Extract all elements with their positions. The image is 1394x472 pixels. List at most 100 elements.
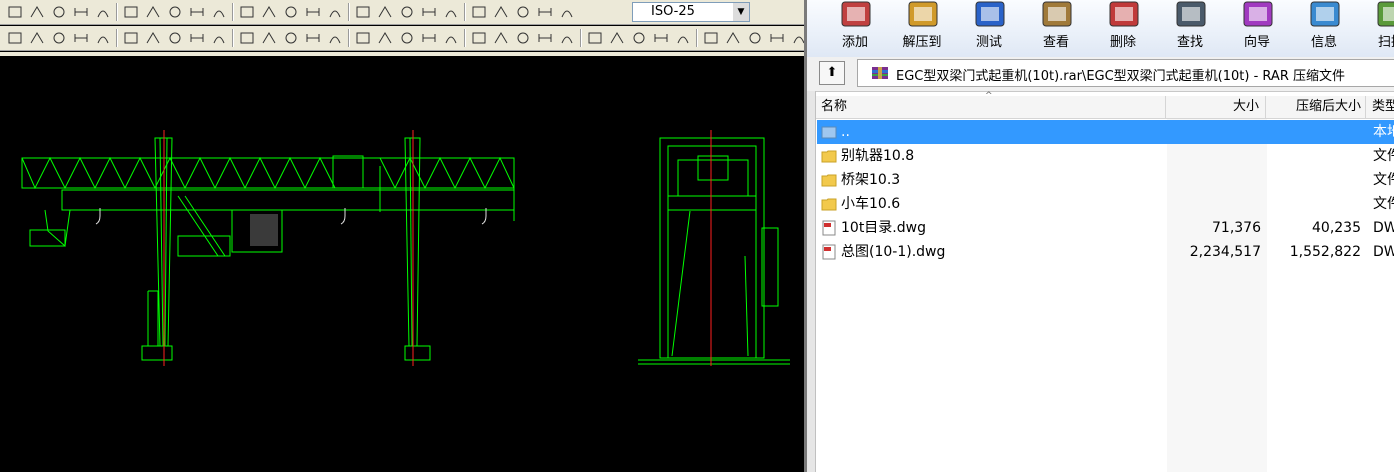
print-icon[interactable] — [72, 3, 90, 21]
list-item[interactable]: 10t目录.dwg 71,376 40,235 DW — [817, 216, 1394, 240]
address-field[interactable]: EGC型双梁门式起重机(10t).rar\EGC型双梁门式起重机(10t) - … — [857, 59, 1394, 87]
grid-icon[interactable] — [630, 29, 648, 47]
plot-preview-icon[interactable] — [94, 3, 112, 21]
angle-icon[interactable] — [376, 29, 394, 47]
angular-dim-icon[interactable] — [282, 3, 300, 21]
snap-icon[interactable] — [586, 29, 604, 47]
cab-left — [29, 229, 66, 247]
arc-icon[interactable] — [768, 29, 786, 47]
layer-icon[interactable] — [72, 29, 90, 47]
rectangle-icon[interactable] — [6, 29, 24, 47]
column-type[interactable]: 类型 — [1366, 96, 1394, 118]
new-icon[interactable] — [6, 3, 24, 21]
jogged-linear-icon[interactable] — [492, 3, 510, 21]
dimstyle-value: ISO-25 — [651, 4, 695, 19]
ortho-icon[interactable] — [608, 29, 626, 47]
cab-support — [44, 209, 71, 247]
ordinate-dim-icon[interactable] — [188, 3, 206, 21]
arc-icon[interactable] — [354, 29, 372, 47]
stair-diagonal — [177, 195, 219, 257]
column-packed[interactable]: 压缩后大小 — [1266, 96, 1366, 118]
symbol-icon[interactable] — [398, 29, 416, 47]
dwg-file-icon — [822, 220, 836, 236]
center-mark-icon[interactable] — [442, 3, 460, 21]
list-item[interactable]: .. 本地 — [817, 120, 1394, 144]
list-item[interactable]: 别轨器10.8 文件 — [817, 144, 1394, 168]
lineweight-icon[interactable] — [652, 29, 670, 47]
leg-right-inner — [409, 137, 413, 347]
jogged-dim-icon[interactable] — [238, 3, 256, 21]
text-icon[interactable] — [470, 29, 488, 47]
toolbar-button-label: 查找 — [1176, 35, 1203, 50]
toolbar-button-4[interactable]: 删除 — [1091, 0, 1155, 56]
toolbar-button-6[interactable]: 向导 — [1225, 0, 1289, 56]
toolbar-button-label: 查看 — [1042, 35, 1069, 50]
open-icon[interactable] — [28, 3, 46, 21]
scan-icon — [1377, 1, 1394, 27]
inspect-icon[interactable] — [470, 3, 488, 21]
list-item[interactable]: 桥架10.3 文件 — [817, 168, 1394, 192]
block-icon[interactable] — [724, 29, 742, 47]
toolbar-separator — [348, 3, 350, 21]
address-bar: ⬆ EGC型双梁门式起重机(10t).rar\EGC型双梁门式起重机(10t) … — [807, 57, 1394, 92]
check-icon[interactable] — [702, 29, 720, 47]
column-size[interactable]: 大小 — [1166, 96, 1266, 118]
toolbar-button-2[interactable]: 测试 — [957, 0, 1021, 56]
ortho-icon[interactable] — [188, 29, 206, 47]
layer-icon[interactable] — [492, 29, 510, 47]
pie-icon[interactable] — [326, 29, 344, 47]
linetype-icon[interactable] — [144, 29, 162, 47]
block-icon[interactable] — [304, 29, 322, 47]
aligned-dim-icon[interactable] — [144, 3, 162, 21]
toolbar-button-label: 添加 — [841, 35, 868, 50]
toolbar-button-7[interactable]: 信息 — [1292, 0, 1356, 56]
hatch-icon[interactable] — [260, 29, 278, 47]
quick-dim-icon[interactable] — [304, 3, 322, 21]
pie-icon[interactable] — [746, 29, 764, 47]
dim-edit-icon[interactable] — [514, 3, 532, 21]
file-list[interactable]: ..本地别轨器10.8文件桥架10.3文件小车10.6文件10t目录.dwg71… — [807, 119, 1394, 472]
tolerance-icon[interactable] — [420, 3, 438, 21]
area-icon[interactable] — [442, 29, 460, 47]
cad-drawing-canvas[interactable] — [0, 56, 804, 472]
dim-break-icon[interactable] — [398, 3, 416, 21]
match-icon[interactable] — [94, 29, 112, 47]
winrar-window: 添加 解压到 测试 查看 删除 查找 向导 信息 扫描 ⬆ EGC型双梁门式起重机(10t).r… — [807, 0, 1394, 472]
text-icon[interactable] — [50, 29, 68, 47]
toolbar-button-label: 扫描 — [1377, 35, 1394, 50]
dim-space-icon[interactable] — [376, 3, 394, 21]
area-icon[interactable] — [28, 29, 46, 47]
dim-update-icon[interactable] — [558, 3, 576, 21]
toolbar-button-5[interactable]: 查找 — [1158, 0, 1222, 56]
color-icon[interactable] — [122, 29, 140, 47]
grid-icon[interactable] — [210, 29, 228, 47]
list-item[interactable]: 总图(10-1).dwg 2,234,517 1,552,822 DW — [817, 240, 1394, 264]
match-icon[interactable] — [514, 29, 532, 47]
up-folder-button[interactable]: ⬆ — [819, 61, 845, 85]
hatch-icon[interactable] — [674, 29, 692, 47]
winrar-toolbar: 添加 解压到 测试 查看 删除 查找 向导 信息 扫描 — [807, 0, 1394, 58]
baseline-dim-icon[interactable] — [326, 3, 344, 21]
diameter-dim-icon[interactable] — [260, 3, 278, 21]
stair-diagonal2 — [184, 195, 226, 257]
toolbar-button-0[interactable]: 添加 — [823, 0, 887, 56]
continue-dim-icon[interactable] — [354, 3, 372, 21]
linetype-icon[interactable] — [558, 29, 576, 47]
toolbar-button-3[interactable]: 查看 — [1024, 0, 1088, 56]
toolbar-button-8[interactable]: 扫描 — [1359, 0, 1394, 56]
toolbar-button-label: 向导 — [1243, 35, 1270, 50]
lineweight-icon[interactable] — [238, 29, 256, 47]
list-item[interactable]: 小车10.6 文件 — [817, 192, 1394, 216]
check-icon[interactable] — [282, 29, 300, 47]
color-icon[interactable] — [536, 29, 554, 47]
toolbar-button-1[interactable]: 解压到 — [890, 0, 954, 56]
rectangle-icon[interactable] — [420, 29, 438, 47]
chevron-down-icon[interactable]: ▼ — [733, 3, 749, 21]
snap-icon[interactable] — [166, 29, 184, 47]
radius-dim-icon[interactable] — [210, 3, 228, 21]
save-icon[interactable] — [50, 3, 68, 21]
dim-text-edit-icon[interactable] — [536, 3, 554, 21]
arc-length-dim-icon[interactable] — [166, 3, 184, 21]
linear-dim-icon[interactable] — [122, 3, 140, 21]
dimstyle-dropdown[interactable]: ISO-25 ▼ — [632, 2, 750, 22]
